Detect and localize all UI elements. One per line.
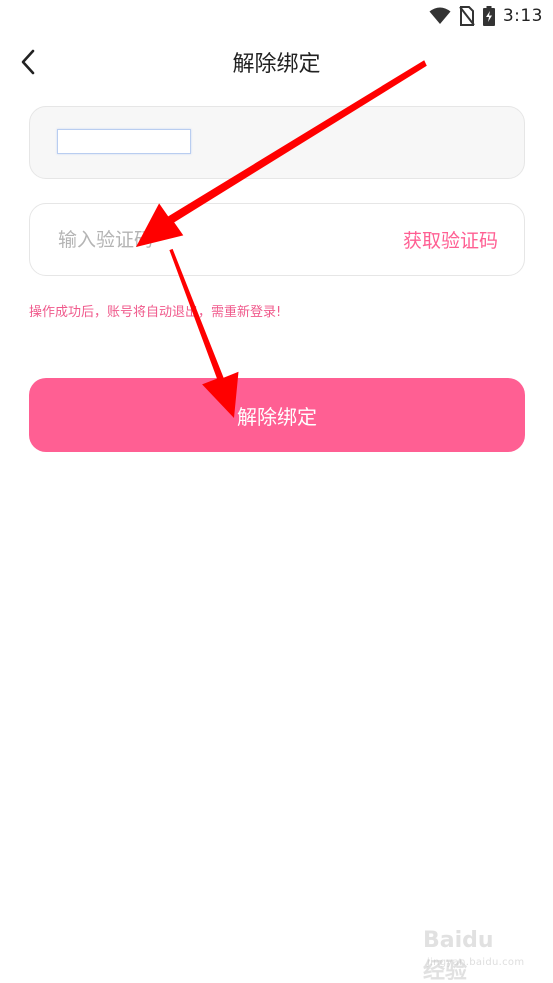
wifi-icon <box>429 7 451 24</box>
no-sim-icon <box>459 6 475 26</box>
page-title: 解除绑定 <box>232 52 321 77</box>
status-bar: 3:13 <box>0 0 553 32</box>
watermark-brand: Baidu 经验 <box>423 928 494 983</box>
unbind-button[interactable]: 解除绑定 <box>29 378 525 452</box>
phone-value-redacted <box>57 129 191 154</box>
nav-bar: 解除绑定 <box>0 32 553 92</box>
battery-charging-icon <box>482 6 495 26</box>
status-icons: 3:13 <box>429 5 543 27</box>
warning-text: 操作成功后，账号将自动退出，需重新登录! <box>29 305 282 320</box>
status-time: 3:13 <box>502 6 543 26</box>
phone-field[interactable] <box>29 106 525 179</box>
watermark-sub: jingyan.baidu.com <box>427 957 525 968</box>
watermark: Baidu 经验 jingyan.baidu.com <box>423 928 525 983</box>
verification-code-field[interactable]: 获取验证码 <box>29 203 525 276</box>
verification-code-input[interactable] <box>58 222 378 258</box>
get-code-button[interactable]: 获取验证码 <box>403 226 498 253</box>
